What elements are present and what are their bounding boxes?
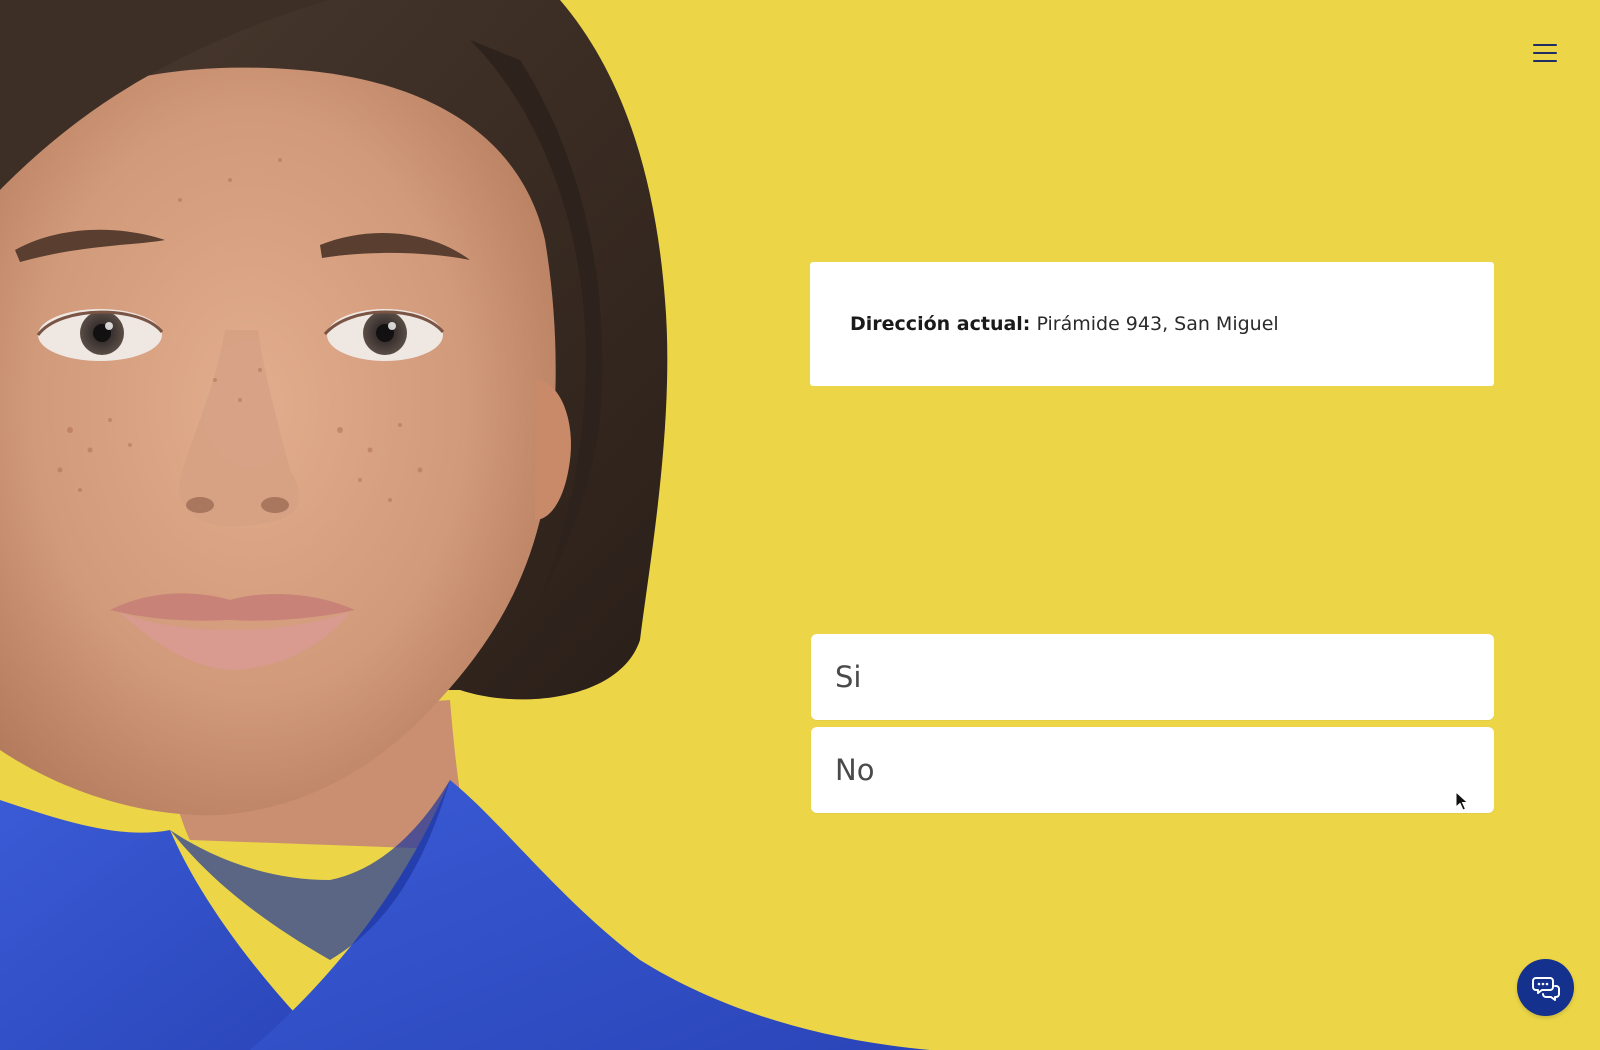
- address-text: Dirección actual: Pirámide 943, San Migu…: [850, 313, 1279, 335]
- address-value: Pirámide 943, San Miguel: [1036, 313, 1279, 335]
- address-info-card: Dirección actual: Pirámide 943, San Migu…: [810, 262, 1494, 386]
- chat-bubbles-icon: [1531, 976, 1560, 1001]
- menu-button[interactable]: [1530, 38, 1560, 68]
- option-yes-label: Si: [835, 660, 862, 694]
- option-no-button[interactable]: No: [811, 727, 1494, 813]
- option-yes-button[interactable]: Si: [811, 634, 1494, 720]
- address-label: Dirección actual:: [850, 313, 1031, 335]
- chat-button[interactable]: [1517, 959, 1574, 1016]
- option-no-label: No: [835, 753, 875, 787]
- assistant-avatar-image: [0, 0, 930, 1050]
